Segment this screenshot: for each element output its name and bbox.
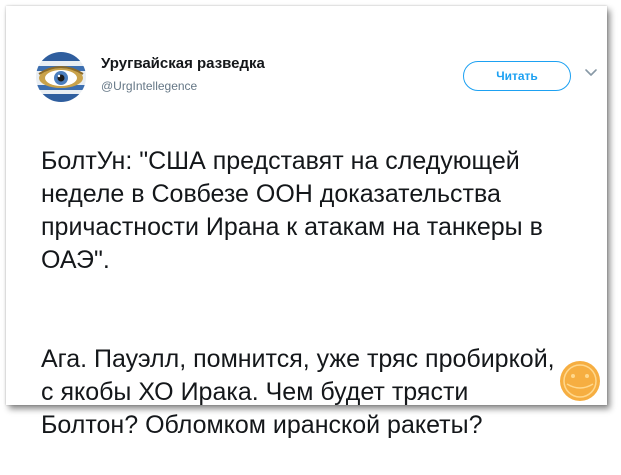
- tweet-card: Уругвайская разведка @UrgIntellegence Чи…: [6, 6, 607, 439]
- tweet-text: БолтУн: "США представят на следующей нед…: [41, 112, 606, 475]
- account-handle[interactable]: @UrgIntellegence: [101, 79, 197, 93]
- tweet-paragraph-1: БолтУн: "США представят на следующей нед…: [41, 147, 543, 274]
- avatar[interactable]: [36, 52, 86, 102]
- watermark-logo: [560, 361, 600, 401]
- tweet-paragraph-2: Ага. Пауэлл, помнится, уже тряс пробирко…: [41, 345, 555, 439]
- display-name[interactable]: Уругвайская разведка: [101, 55, 265, 72]
- avatar-image: [36, 52, 86, 102]
- chevron-down-icon[interactable]: [584, 68, 598, 78]
- follow-button[interactable]: Читать: [463, 61, 571, 91]
